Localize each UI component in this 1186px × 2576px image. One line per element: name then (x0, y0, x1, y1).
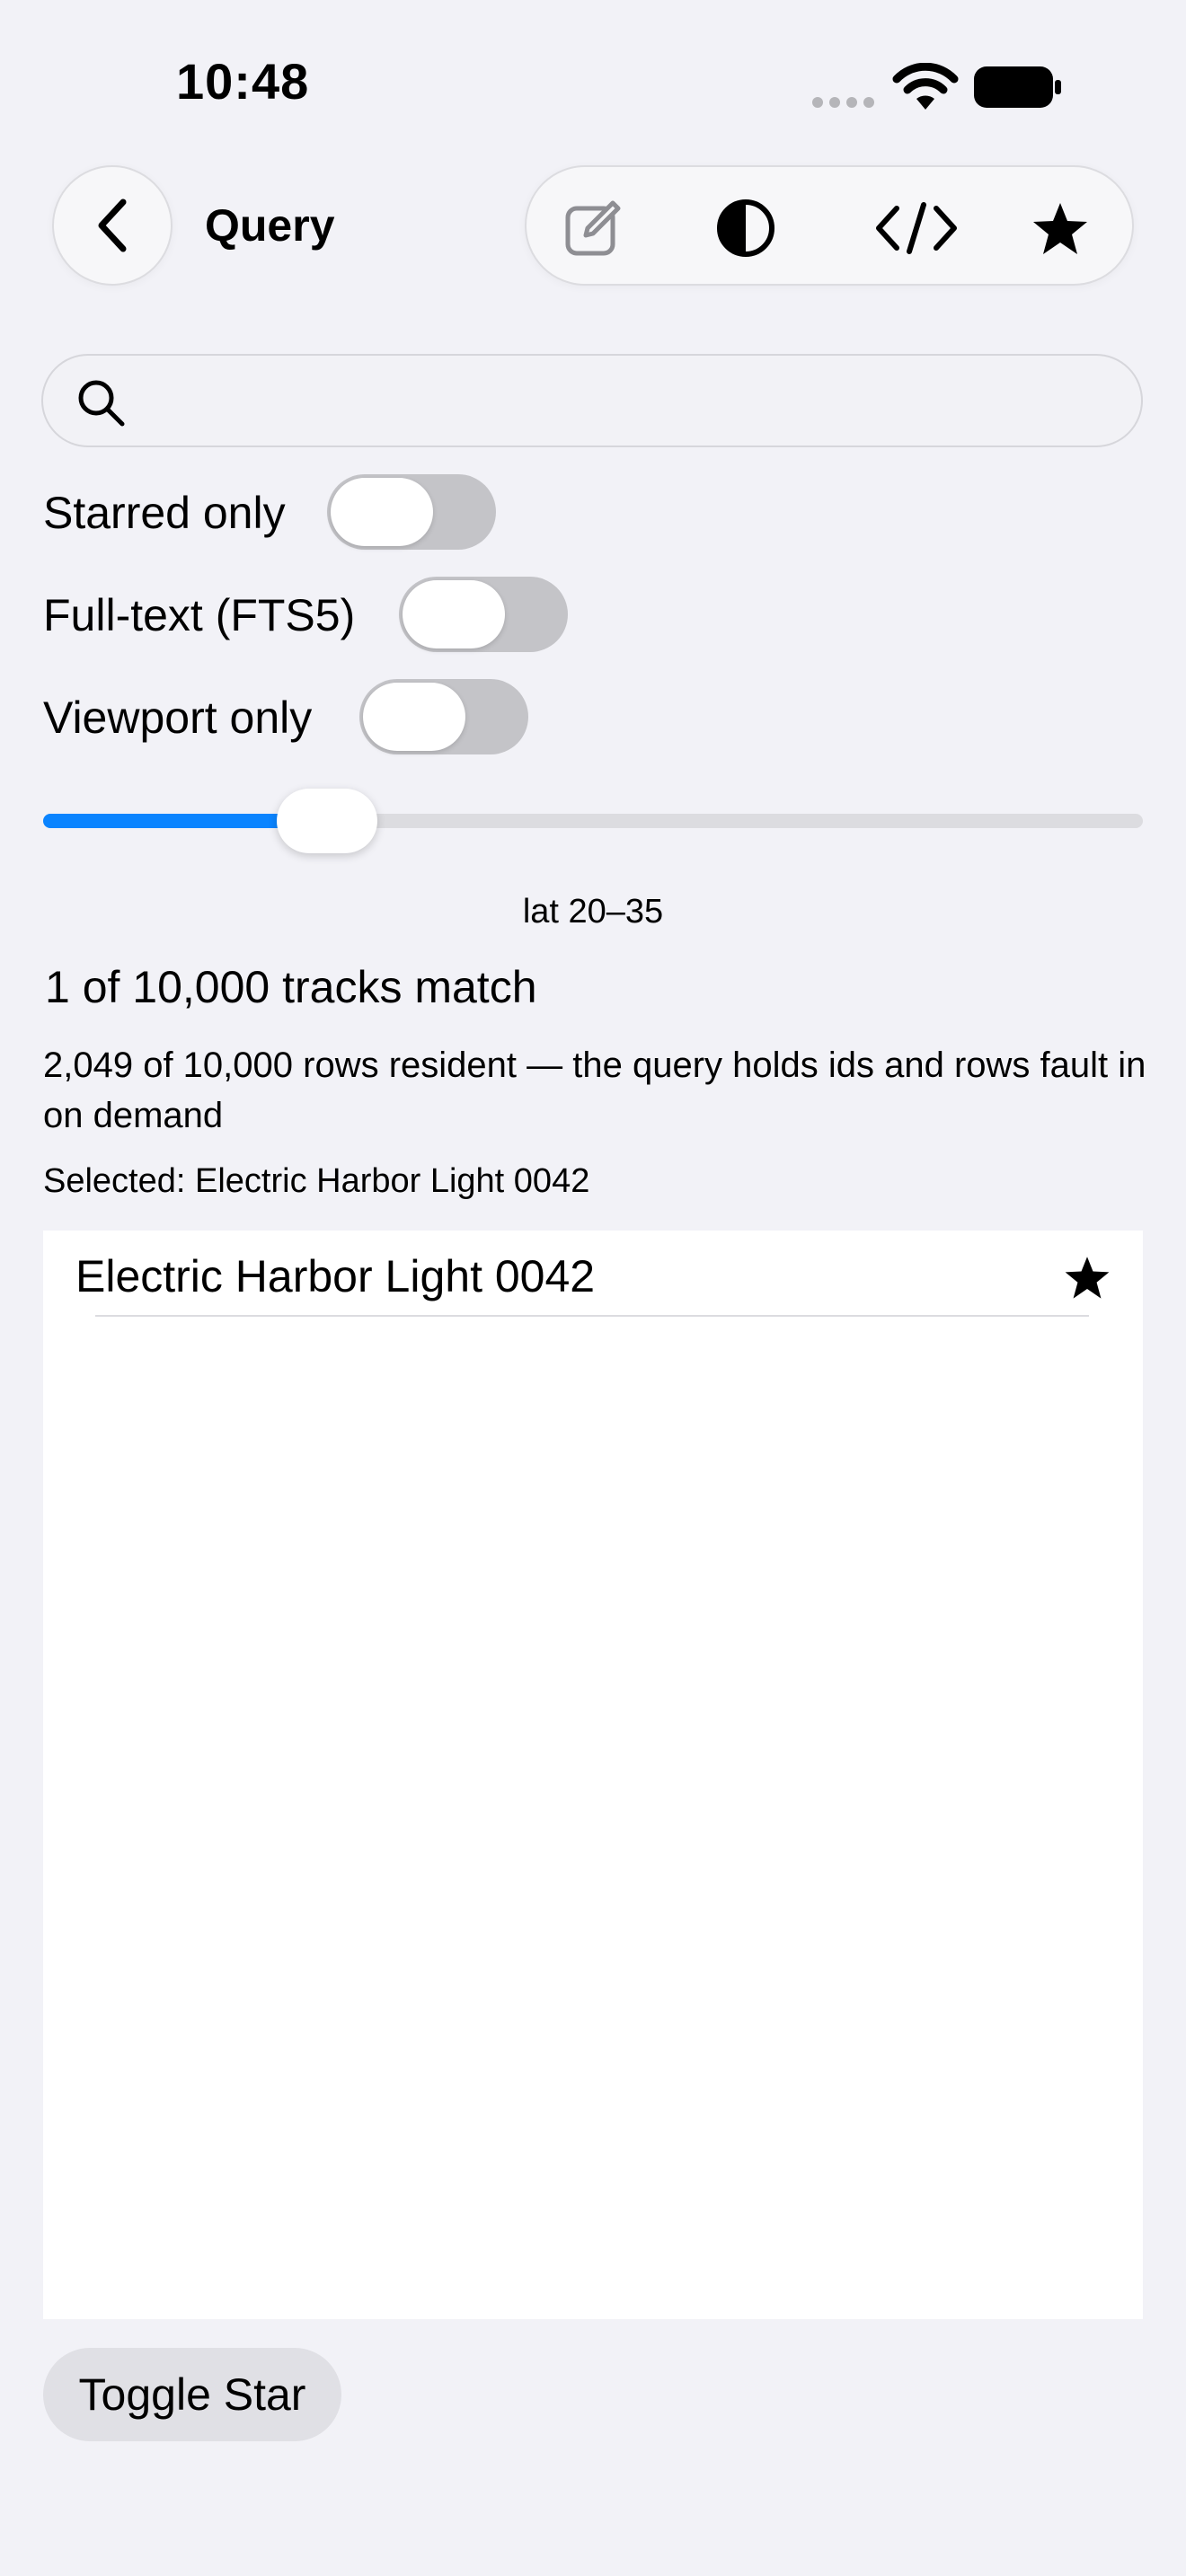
full-text-label: Full-text (FTS5) (43, 590, 356, 640)
cellular-dots-icon (812, 97, 874, 108)
star-icon (1065, 1257, 1110, 1299)
search-input[interactable] (142, 374, 1116, 429)
appearance-button[interactable] (712, 194, 780, 262)
favorite-button[interactable] (1026, 194, 1094, 262)
latitude-slider-thumb[interactable] (277, 789, 377, 853)
star-icon (1033, 203, 1087, 254)
starred-only-toggle[interactable] (327, 474, 496, 550)
battery-icon (974, 66, 1061, 108)
tracks-list: Electric Harbor Light 0042 (43, 1231, 1143, 2319)
toggle-star-button[interactable]: Toggle Star (43, 2348, 341, 2441)
selected-track: Selected: Electric Harbor Light 0042 (43, 1162, 590, 1200)
list-item[interactable]: Electric Harbor Light 0042 (43, 1231, 1143, 1317)
compose-icon (565, 200, 621, 256)
latitude-range-label: lat 20–35 (522, 893, 664, 931)
starred-only-label: Starred only (43, 488, 286, 538)
full-text-toggle[interactable] (399, 577, 568, 652)
compose-button[interactable] (559, 194, 627, 262)
search-field[interactable] (41, 354, 1143, 447)
search-icon (78, 380, 125, 427)
contrast-icon (717, 199, 774, 257)
wifi-icon (892, 63, 959, 110)
page-title: Query (205, 200, 335, 251)
back-button[interactable] (52, 165, 173, 286)
resident-note: 2,049 of 10,000 rows resident — the quer… (43, 1045, 1146, 1135)
toolbar (525, 165, 1134, 286)
row-divider (95, 1315, 1089, 1317)
status-time: 10:48 (176, 53, 310, 110)
viewport-only-toggle[interactable] (359, 679, 528, 754)
match-summary: 1 of 10,000 tracks match (45, 962, 537, 1012)
code-icon (876, 202, 957, 254)
viewport-only-label: Viewport only (43, 693, 313, 743)
chevron-left-icon (98, 198, 127, 252)
code-button[interactable] (864, 194, 969, 262)
track-title: Electric Harbor Light 0042 (75, 1251, 596, 1301)
